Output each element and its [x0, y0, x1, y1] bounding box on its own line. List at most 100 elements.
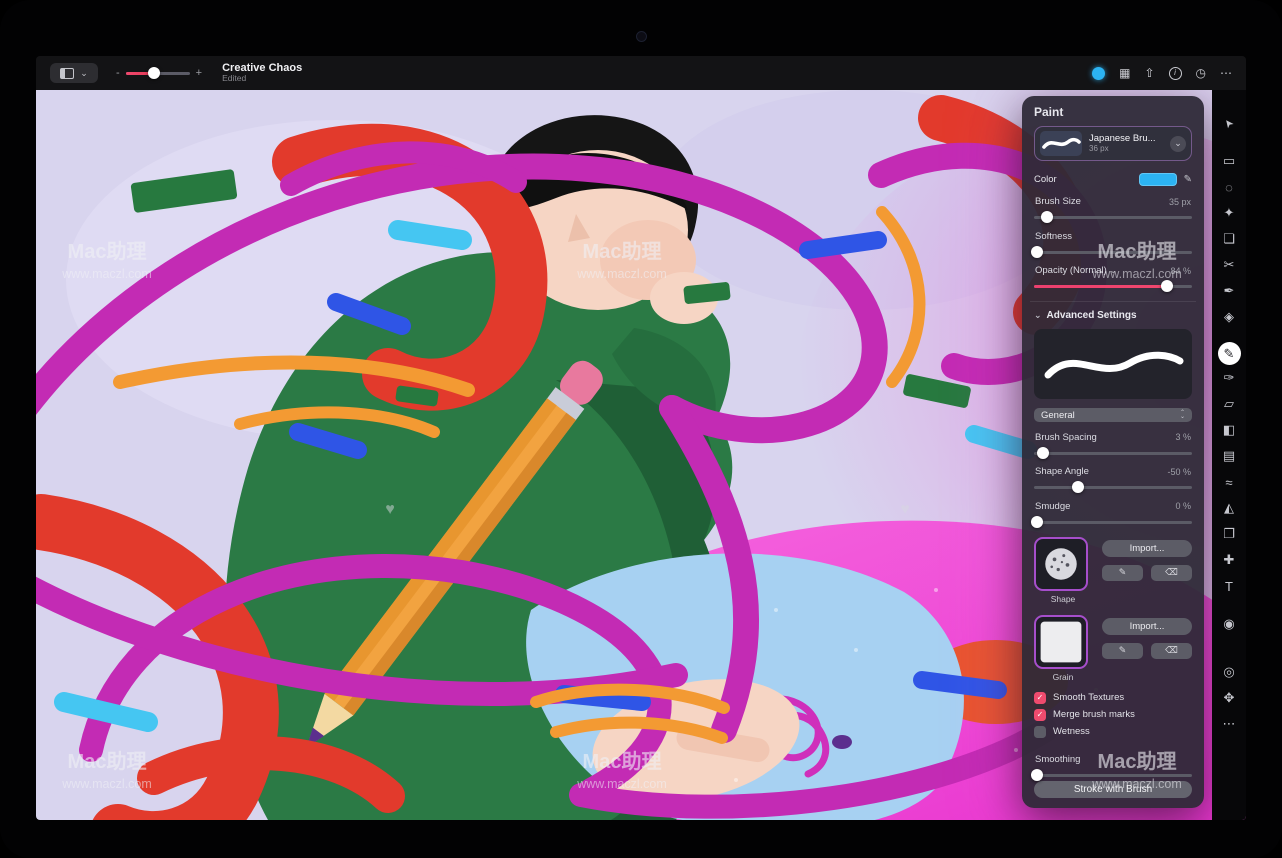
- checkbox-label: Wetness: [1053, 726, 1090, 737]
- checkbox-label: Merge brush marks: [1053, 709, 1135, 720]
- increase-size-button[interactable]: +: [196, 67, 202, 79]
- tool-gradient[interactable]: ▤: [1216, 443, 1242, 469]
- info-icon[interactable]: i: [1169, 67, 1182, 80]
- tool-fill[interactable]: ◧: [1216, 417, 1242, 443]
- camera-dot: [636, 31, 647, 42]
- smudge-readout: 0 %: [1175, 501, 1191, 511]
- brush-size-quick-slider[interactable]: [126, 67, 190, 79]
- shape-angle-slider[interactable]: [1034, 481, 1192, 491]
- smudge-slider[interactable]: [1034, 516, 1192, 526]
- export-icon[interactable]: ⇧: [1144, 67, 1154, 79]
- preset-dropdown[interactable]: General ⌃⌄: [1034, 408, 1192, 422]
- more-options-icon[interactable]: ⋯: [1220, 67, 1232, 79]
- edit-icon: ✎: [1119, 567, 1127, 578]
- canvas[interactable]: Paint Japanese Bru... 36 px ⌄ Color ✎: [36, 90, 1246, 820]
- titlebar-actions: ▦ ⇧ i ◷ ⋯: [1092, 67, 1232, 80]
- warp-icon: ◈: [1224, 309, 1234, 325]
- eraser-icon: ▱: [1224, 396, 1234, 412]
- opacity-readout: 84 %: [1170, 266, 1191, 276]
- checkbox-icon: ✓: [1034, 692, 1046, 704]
- opacity-slider[interactable]: [1034, 280, 1192, 290]
- checkbox-merge-brush-marks[interactable]: ✓Merge brush marks: [1034, 709, 1192, 721]
- tool-warp[interactable]: ◈: [1216, 304, 1242, 330]
- tool-more[interactable]: ⋯: [1216, 711, 1242, 737]
- tool-zoom[interactable]: ◎: [1216, 659, 1242, 685]
- heal-icon: ✚: [1224, 552, 1235, 568]
- tool-rail: ➤ ▭ ◌ ✦ ❏ ✂ ✒ ◈ ✎ ✑ ▱ ◧ ▤ ≈◭ ❐ ✚ T ◉ ◎ ✥ ⋯: [1212, 90, 1246, 820]
- color-picker-icon: ◉: [1223, 616, 1234, 632]
- color-label: Color: [1034, 174, 1057, 185]
- clone-icon: ❐: [1223, 526, 1235, 542]
- delete-shape-button[interactable]: ⌫: [1151, 565, 1192, 581]
- tool-paint-brush[interactable]: ✎: [1218, 342, 1241, 365]
- import-shape-button[interactable]: Import...: [1102, 540, 1192, 557]
- history-icon[interactable]: ◷: [1196, 67, 1206, 79]
- smoothing-slider[interactable]: [1034, 769, 1192, 781]
- tool-magic-wand[interactable]: ✦: [1216, 200, 1242, 226]
- color-row: Color ✎: [1034, 173, 1192, 186]
- tool-slice[interactable]: ✂: [1216, 252, 1242, 278]
- gradient-icon: ▤: [1223, 448, 1235, 464]
- pixel-pencil-icon: ✑: [1224, 370, 1235, 386]
- tool-pixel-pencil[interactable]: ✑: [1216, 365, 1242, 391]
- tool-sharpen[interactable]: ◭: [1216, 495, 1242, 521]
- checkbox-smooth-textures[interactable]: ✓Smooth Textures: [1034, 692, 1192, 704]
- delete-icon: ⌫: [1165, 567, 1178, 578]
- tool-heal[interactable]: ✚: [1216, 547, 1242, 573]
- tool-lasso[interactable]: ◌: [1216, 174, 1242, 200]
- delete-grain-button[interactable]: ⌫: [1151, 643, 1192, 659]
- tool-color-picker[interactable]: ◉: [1216, 611, 1242, 637]
- stroke-with-brush-button[interactable]: Stroke with Brush: [1034, 781, 1192, 798]
- import-grain-button[interactable]: Import...: [1102, 618, 1192, 635]
- current-color-button[interactable]: [1092, 67, 1105, 80]
- tool-crop[interactable]: ❏: [1216, 226, 1242, 252]
- sidebar-toggle-button[interactable]: ⌄: [50, 63, 98, 83]
- tool-smudge[interactable]: ≈: [1216, 469, 1242, 495]
- document-status: Edited: [222, 74, 302, 84]
- macbook-frame: ⌄ - + Creative Chaos Edited ▦ ⇧ i ◷ ⋯: [0, 0, 1282, 858]
- shape-angle-readout: -50 %: [1167, 467, 1191, 477]
- brush-selector[interactable]: Japanese Bru... 36 px ⌄: [1034, 126, 1192, 161]
- delete-icon: ⌫: [1165, 645, 1178, 656]
- paint-panel: Paint Japanese Bru... 36 px ⌄ Color ✎: [1022, 96, 1204, 808]
- decrease-size-button[interactable]: -: [116, 67, 120, 79]
- chevron-down-icon: ⌄: [1034, 310, 1042, 321]
- tool-marquee-select[interactable]: ▭: [1216, 148, 1242, 174]
- paint-brush-icon: ✎: [1224, 346, 1235, 362]
- shape-angle-label: Shape Angle: [1035, 466, 1089, 477]
- shape-section: Shape Import... ✎ ⌫: [1034, 537, 1192, 604]
- chevron-down-icon: ⌄: [1110, 266, 1117, 275]
- brush-name: Japanese Bru...: [1089, 133, 1163, 144]
- advanced-settings-toggle[interactable]: ⌄ Advanced Settings: [1034, 310, 1192, 321]
- slice-icon: ✂: [1224, 257, 1235, 273]
- lasso-icon: ◌: [1225, 180, 1233, 195]
- canvas-settings-icon[interactable]: ▦: [1119, 67, 1130, 79]
- divider: [1030, 301, 1196, 302]
- edit-grain-button[interactable]: ✎: [1102, 643, 1143, 659]
- grain-label: Grain: [1034, 672, 1092, 682]
- tool-move[interactable]: ➤: [1216, 110, 1242, 136]
- brush-spacing-readout: 3 %: [1175, 432, 1191, 442]
- chevron-down-icon[interactable]: ⌄: [1170, 136, 1186, 152]
- softness-slider[interactable]: [1034, 246, 1192, 256]
- color-swatch[interactable]: [1139, 173, 1177, 186]
- tool-pan[interactable]: ✥: [1216, 685, 1242, 711]
- brush-spacing-slider[interactable]: [1034, 447, 1192, 457]
- opacity-label: Opacity (Normal)⌄: [1035, 265, 1117, 276]
- tool-eraser[interactable]: ▱: [1216, 391, 1242, 417]
- crop-icon: ❏: [1223, 231, 1235, 247]
- grain-texture-thumbnail[interactable]: [1034, 615, 1088, 669]
- document-title-block: Creative Chaos Edited: [222, 62, 302, 84]
- type-icon: T: [1225, 579, 1233, 594]
- checkbox-wetness[interactable]: Wetness: [1034, 726, 1192, 738]
- zoom-icon: ◎: [1223, 664, 1234, 680]
- magic-wand-icon: ✦: [1224, 205, 1235, 221]
- tool-clone[interactable]: ❐: [1216, 521, 1242, 547]
- brush-size-slider[interactable]: [1034, 211, 1192, 221]
- tool-type[interactable]: T: [1216, 573, 1242, 599]
- edit-shape-button[interactable]: ✎: [1102, 565, 1143, 581]
- shape-texture-thumbnail[interactable]: [1034, 537, 1088, 591]
- tool-pen[interactable]: ✒: [1216, 278, 1242, 304]
- edit-color-icon[interactable]: ✎: [1184, 174, 1192, 185]
- pan-icon: ✥: [1224, 690, 1235, 706]
